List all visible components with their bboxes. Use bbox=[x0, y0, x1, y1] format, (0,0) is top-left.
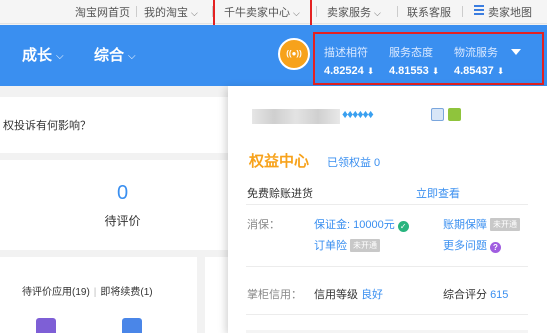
apps-links: 待评价应用(19) | 即将续费(1) bbox=[22, 283, 153, 298]
nav-growth[interactable]: 成长 ⌵ bbox=[22, 44, 64, 65]
chevron-down-icon: ⌵ bbox=[128, 51, 136, 62]
menu-icon bbox=[474, 5, 484, 17]
divider bbox=[316, 6, 317, 17]
contact-service-link[interactable]: 联系客服 bbox=[407, 4, 451, 20]
nav-overall-label: 综合 bbox=[94, 47, 125, 64]
trend-down-icon: ⬇ bbox=[366, 66, 375, 76]
my-taobao-link[interactable]: 我的淘宝 ⌵ bbox=[144, 4, 198, 20]
overall-score-value[interactable]: 615 bbox=[490, 289, 508, 301]
apps-panel: 待评价应用(19) | 即将续费(1) bbox=[0, 257, 197, 333]
rights-claimed[interactable]: 已领权益 0 bbox=[327, 154, 380, 170]
nav-overall[interactable]: 综合 ⌵ bbox=[94, 44, 136, 65]
caret-down-icon[interactable] bbox=[511, 49, 521, 55]
chevron-down-icon: ⌵ bbox=[56, 51, 64, 62]
credit-label: 掌柜信用： bbox=[247, 289, 302, 301]
order-insurance-link[interactable]: 订单险 未开通 bbox=[314, 237, 380, 253]
shop-badge-icon bbox=[448, 108, 461, 121]
score-label: 服务态度 bbox=[389, 47, 433, 59]
credit-level-label: 信用等级 bbox=[314, 289, 358, 301]
complaint-panel: 权投诉有何影响？ bbox=[0, 97, 236, 153]
id-card-icon bbox=[431, 108, 444, 121]
divider bbox=[246, 204, 528, 205]
score-label: 描述相符 bbox=[324, 47, 368, 59]
score-label: 物流服务 bbox=[454, 47, 498, 59]
score-value: 4.82524 ⬇ bbox=[324, 65, 375, 77]
chevron-down-icon: ⌵ bbox=[374, 8, 381, 18]
divider bbox=[136, 6, 137, 17]
trend-down-icon: ⬇ bbox=[431, 66, 440, 76]
overall-score: 综合评分 615 bbox=[443, 286, 508, 302]
complaint-question[interactable]: 权投诉有何影响？ bbox=[3, 117, 91, 133]
account-guarantee-link[interactable]: 账期保障 未开通 bbox=[443, 216, 520, 232]
divider bbox=[397, 6, 398, 17]
check-icon: ✓ bbox=[397, 221, 409, 232]
order-insurance-label: 订单险 bbox=[314, 240, 347, 252]
credit-level: 信用等级 良好 bbox=[314, 286, 383, 302]
more-questions-label: 更多问题 bbox=[443, 240, 487, 252]
divider: | bbox=[93, 287, 97, 298]
blurred-shop-name bbox=[252, 109, 340, 124]
diamond-rating-icon: ♦♦♦♦♦♦ bbox=[342, 107, 374, 121]
account-guarantee-label: 账期保障 bbox=[443, 219, 487, 231]
deposit-link[interactable]: 保证金: 10000元 ✓ bbox=[314, 216, 409, 232]
overall-score-label: 综合评分 bbox=[443, 289, 487, 301]
score-description: 描述相符 4.82524 ⬇ bbox=[324, 44, 374, 77]
seller-services-label: 卖家服务 bbox=[327, 7, 371, 19]
app-icon[interactable] bbox=[122, 318, 142, 333]
divider bbox=[246, 314, 528, 315]
not-open-badge: 未开通 bbox=[490, 218, 520, 231]
view-now-link[interactable]: 立即查看 bbox=[416, 185, 460, 201]
taobao-home-link[interactable]: 淘宝网首页 bbox=[75, 4, 130, 20]
pending-count[interactable]: 0 bbox=[0, 182, 245, 205]
not-open-badge: 未开通 bbox=[350, 239, 380, 252]
shop-signal-icon[interactable]: ((●)) bbox=[278, 38, 310, 70]
consumer-protection-label: 消保： bbox=[247, 219, 280, 231]
seller-services-link[interactable]: 卖家服务 ⌵ bbox=[327, 4, 381, 20]
main-nav: 成长 ⌵ 综合 ⌵ ((●)) 描述相符 4.82524 ⬇ 服务态度 4.81553… bbox=[0, 25, 547, 86]
my-taobao-label: 我的淘宝 bbox=[144, 7, 188, 19]
divider bbox=[462, 6, 463, 17]
dsr-scores-highlight[interactable]: 描述相符 4.82524 ⬇ 服务态度 4.81553 ⬇ 物流服务 4.85437… bbox=[313, 32, 544, 85]
deposit-label: 保证金: 10000元 bbox=[314, 219, 395, 231]
score-value: 4.81553 ⬇ bbox=[389, 65, 440, 77]
seller-map-link[interactable]: 卖家地图 bbox=[474, 4, 532, 20]
chevron-down-icon: ⌵ bbox=[191, 8, 198, 18]
pending-label: 待评价 bbox=[104, 214, 141, 228]
more-questions-link[interactable]: 更多问题? bbox=[443, 237, 501, 253]
app-icon[interactable] bbox=[36, 318, 56, 333]
score-logistics: 物流服务 4.85437 ⬇ bbox=[454, 44, 504, 77]
score-service: 服务态度 4.81553 ⬇ bbox=[389, 44, 439, 77]
seller-map-label: 卖家地图 bbox=[488, 7, 532, 19]
score-value: 4.85437 ⬇ bbox=[454, 65, 505, 77]
trend-down-icon: ⬇ bbox=[496, 66, 505, 76]
credit-level-value[interactable]: 良好 bbox=[361, 289, 383, 301]
renew-link[interactable]: 即将续费(1) bbox=[100, 287, 152, 298]
pending-review-panel: 0 待评价 bbox=[0, 160, 236, 250]
seller-center-highlight bbox=[213, 0, 312, 28]
shop-info-dropdown: ♦♦♦♦♦♦ 权益中心 已领权益 0 免费赊账进货 立即查看 消保： 保证金: … bbox=[228, 86, 547, 333]
pending-apps-link[interactable]: 待评价应用(19) bbox=[22, 287, 90, 298]
question-icon: ? bbox=[490, 242, 501, 253]
rights-center-title[interactable]: 权益中心 bbox=[249, 150, 309, 171]
nav-growth-label: 成长 bbox=[22, 47, 53, 64]
free-loan-text: 免费赊账进货 bbox=[247, 188, 313, 200]
divider bbox=[246, 266, 528, 267]
